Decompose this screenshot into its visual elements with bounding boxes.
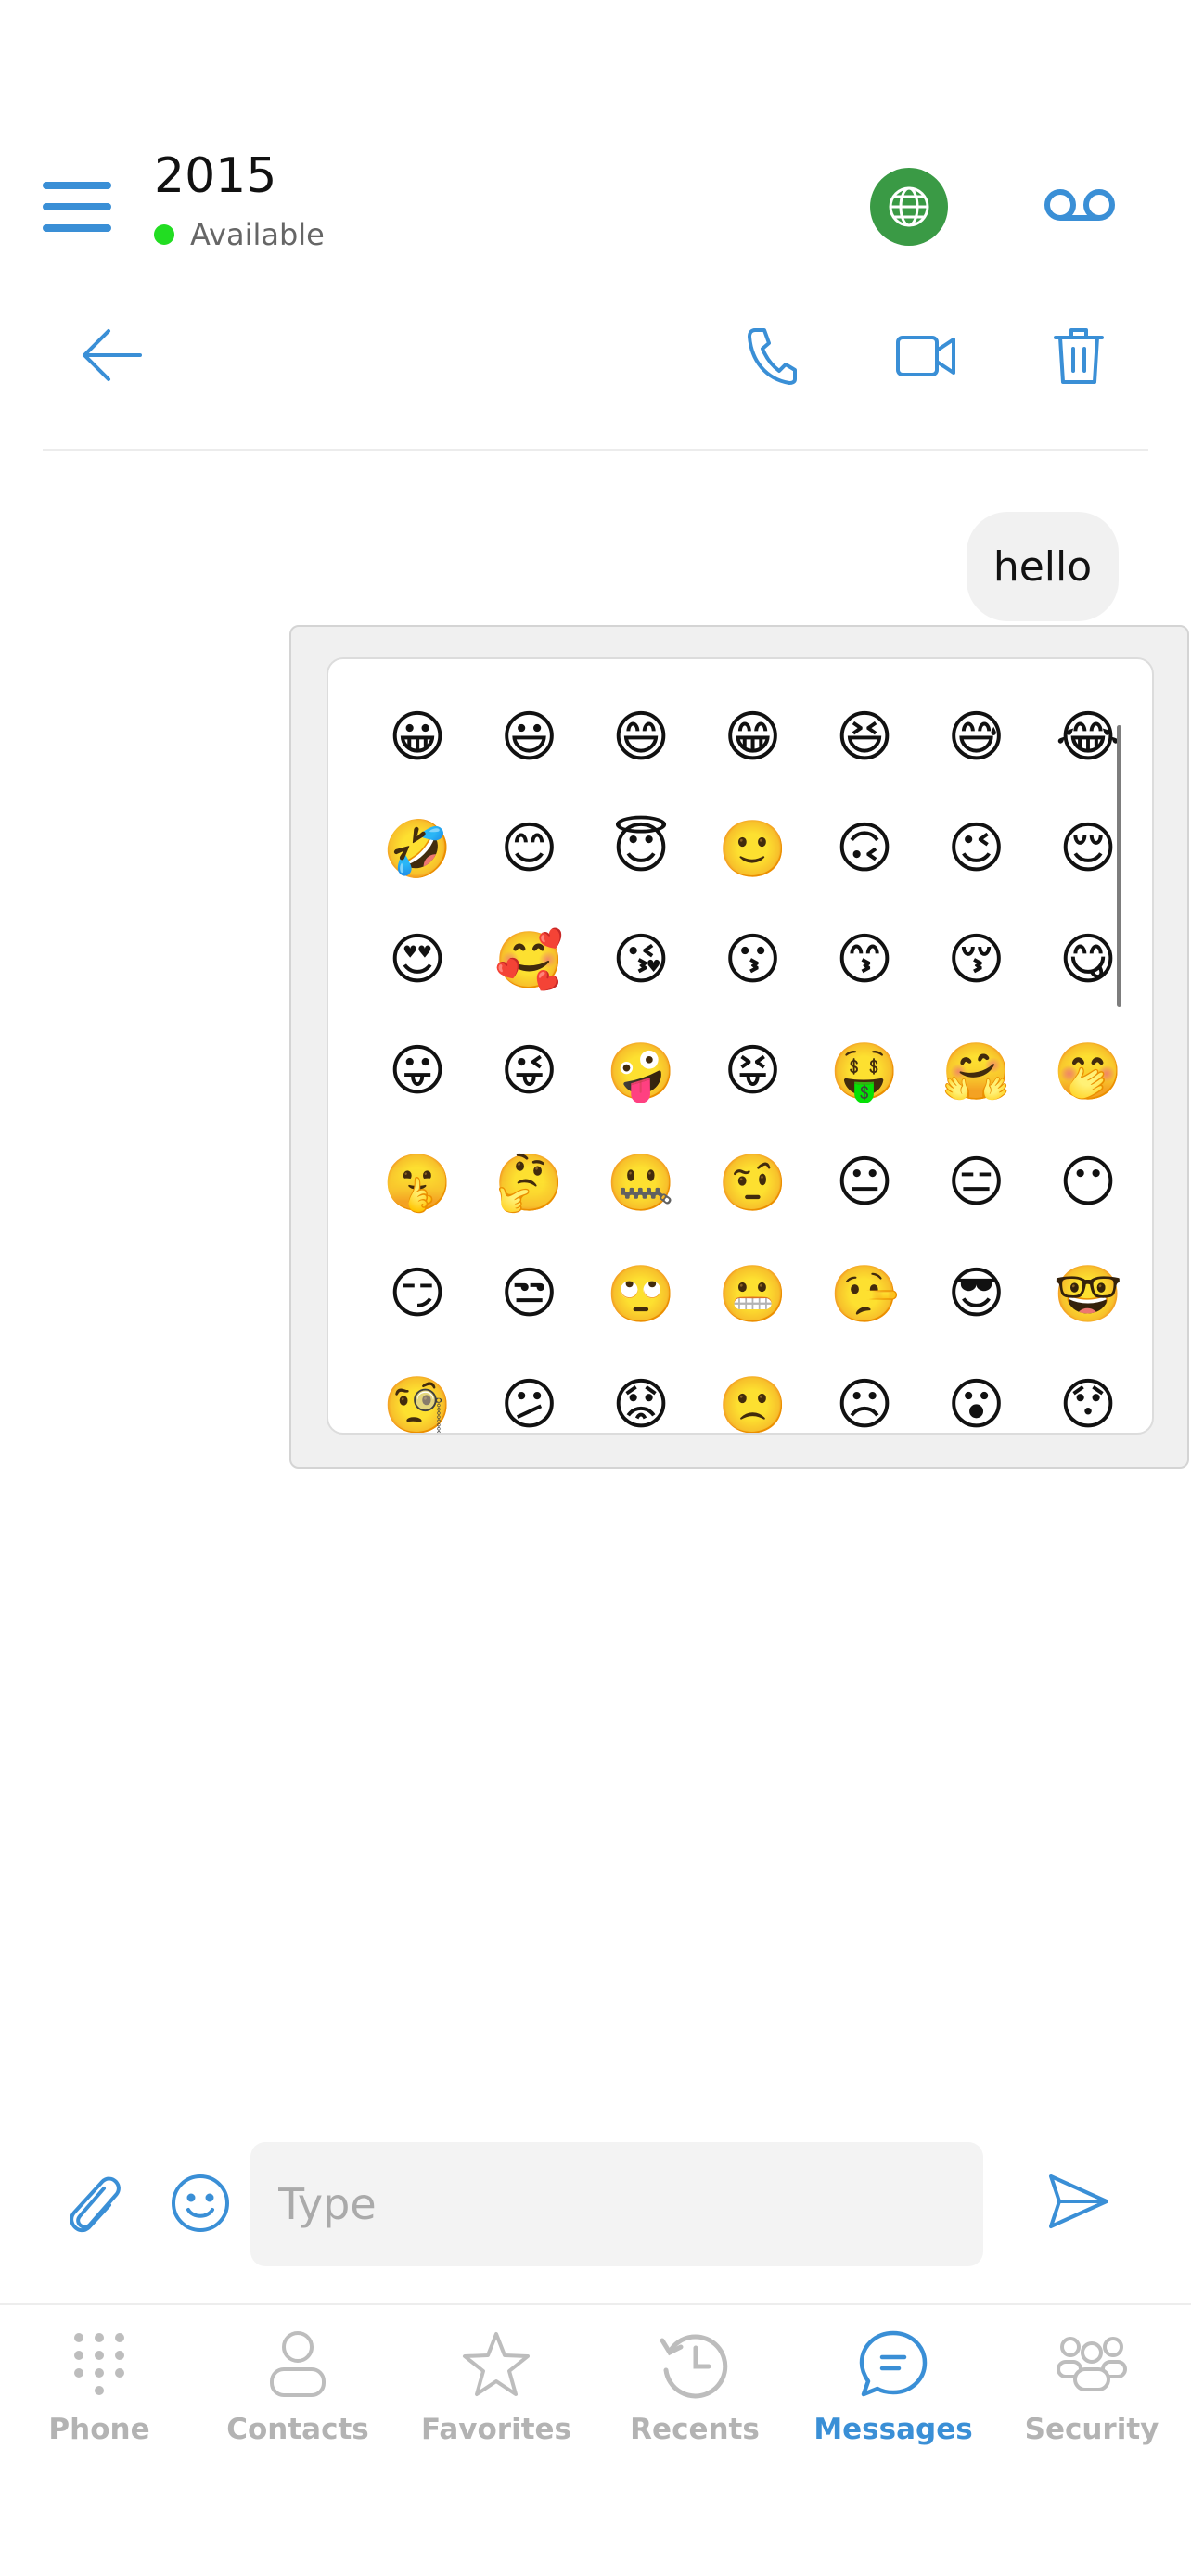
video-icon (896, 336, 955, 376)
group-icon (1050, 2326, 1133, 2404)
emoji-option[interactable]: 🤪 (595, 1025, 687, 1117)
back-button[interactable] (74, 323, 148, 388)
contact-title: 2015 (154, 148, 277, 204)
emoji-button[interactable] (171, 2174, 232, 2235)
presence-label: Available (190, 217, 325, 252)
emoji-option[interactable]: 🤣 (371, 802, 464, 895)
nav-item-recents[interactable]: Recents (596, 2326, 794, 2455)
nav-item-favorites[interactable]: Favorites (397, 2326, 596, 2455)
emoji-option[interactable]: 😄 (595, 691, 687, 784)
emoji-option[interactable]: 😀 (371, 691, 464, 784)
emoji-option[interactable]: 🤔 (483, 1136, 576, 1229)
nav-label-favorites: Favorites (421, 2413, 571, 2446)
emoji-picker-scrollbar[interactable] (1117, 725, 1121, 1007)
emoji-option[interactable]: 😯 (1042, 1358, 1134, 1433)
emoji-option[interactable]: 🙄 (595, 1247, 687, 1340)
presence-status: Available (154, 217, 325, 252)
send-button[interactable] (1048, 2174, 1113, 2235)
emoji-option[interactable]: 😅 (930, 691, 1023, 784)
emoji-option[interactable]: 😝 (707, 1025, 800, 1117)
attach-button[interactable] (65, 2170, 126, 2237)
nav-label-messages: Messages (813, 2413, 973, 2446)
nav-item-messages[interactable]: Messages (794, 2326, 992, 2455)
emoji-option[interactable]: 🙂 (707, 802, 800, 895)
emoji-option[interactable]: 😚 (930, 913, 1023, 1006)
voicemail-icon (1044, 189, 1115, 221)
emoji-option[interactable]: 🤓 (1042, 1247, 1134, 1340)
presence-dot (154, 224, 174, 245)
nav-item-contacts[interactable]: Contacts (198, 2326, 397, 2455)
emoji-option[interactable]: 😶 (1042, 1136, 1134, 1229)
nav-label-recents: Recents (630, 2413, 760, 2446)
history-icon (653, 2326, 736, 2404)
emoji-option[interactable]: 😮 (930, 1358, 1023, 1433)
emoji-option[interactable]: 😛 (371, 1025, 464, 1117)
emoji-option[interactable]: 😘 (595, 913, 687, 1006)
back-arrow-icon (83, 329, 142, 381)
globe-button[interactable] (870, 168, 948, 246)
outgoing-message-bubble[interactable]: hello (967, 512, 1119, 621)
emoji-option[interactable]: 🤗 (930, 1025, 1023, 1117)
nav-item-phone[interactable]: Phone (0, 2326, 198, 2455)
delete-button[interactable] (1048, 323, 1109, 389)
emoji-option[interactable]: 😍 (371, 913, 464, 1006)
emoji-option[interactable]: 😗 (707, 913, 800, 1006)
dialpad-icon (58, 2326, 141, 2404)
emoji-option[interactable]: 😁 (707, 691, 800, 784)
emoji-option[interactable]: 🤥 (818, 1247, 911, 1340)
video-call-button[interactable] (894, 328, 957, 384)
emoji-option[interactable]: 😉 (930, 802, 1023, 895)
hamburger-menu-icon[interactable] (43, 182, 111, 232)
smiley-icon (172, 2174, 229, 2232)
emoji-option[interactable]: 😒 (483, 1247, 576, 1340)
emoji-option[interactable]: 😎 (930, 1247, 1023, 1340)
message-input[interactable] (250, 2142, 983, 2266)
emoji-option[interactable]: 🥰 (483, 913, 576, 1006)
trash-icon (1054, 328, 1104, 384)
emoji-option[interactable]: 🤐 (595, 1136, 687, 1229)
emoji-option[interactable]: 😬 (707, 1247, 800, 1340)
emoji-option[interactable]: 😆 (818, 691, 911, 784)
emoji-option[interactable]: 😃 (483, 691, 576, 784)
header-divider (43, 449, 1148, 451)
emoji-option[interactable]: 🤭 (1042, 1025, 1134, 1117)
emoji-option[interactable]: 😇 (595, 802, 687, 895)
nav-label-phone: Phone (48, 2413, 150, 2446)
globe-icon (889, 186, 929, 227)
voicemail-button[interactable] (1044, 186, 1115, 223)
emoji-option[interactable]: 🙁 (707, 1358, 800, 1434)
emoji-option[interactable]: 🤑 (818, 1025, 911, 1117)
emoji-option[interactable]: 😏 (371, 1247, 464, 1340)
send-icon (1049, 2174, 1108, 2228)
star-icon (455, 2326, 538, 2404)
emoji-option[interactable]: 🤫 (371, 1136, 464, 1229)
paperclip-icon (70, 2176, 121, 2233)
emoji-option[interactable]: 🙃 (818, 802, 911, 895)
emoji-option[interactable]: 😊 (483, 802, 576, 895)
emoji-option[interactable]: 🧐 (371, 1358, 464, 1434)
emoji-option[interactable]: 😟 (595, 1358, 687, 1433)
nav-item-security[interactable]: Security (992, 2326, 1191, 2455)
emoji-option[interactable]: 🤨 (707, 1136, 800, 1229)
emoji-option[interactable]: ☹ (818, 1358, 911, 1433)
phone-icon (748, 328, 797, 385)
emoji-option[interactable]: 😕 (483, 1358, 576, 1433)
call-button[interactable] (738, 323, 805, 389)
person-icon (256, 2326, 339, 2404)
emoji-picker-panel: 😀 😃 😄 😁 😆 😅 😂 🤣 😊 😇 🙂 🙃 😉 😌 😍 🥰 😘 😗 😙 😚 😋 😛 😜 🤪 😝 🤑 🤗 🤭 🤫 🤔 🤐 🤨 😐 😑 😶 😏 😒 🙄 😬 🤥… (327, 657, 1154, 1435)
emoji-option[interactable]: 😜 (483, 1025, 576, 1117)
emoji-option[interactable]: 😐 (818, 1136, 911, 1229)
emoji-option[interactable]: 😙 (818, 913, 911, 1006)
nav-divider (0, 2303, 1191, 2305)
chat-icon (852, 2326, 935, 2404)
nav-label-security: Security (1024, 2413, 1159, 2446)
nav-label-contacts: Contacts (226, 2413, 369, 2446)
emoji-option[interactable]: 😑 (930, 1136, 1023, 1229)
